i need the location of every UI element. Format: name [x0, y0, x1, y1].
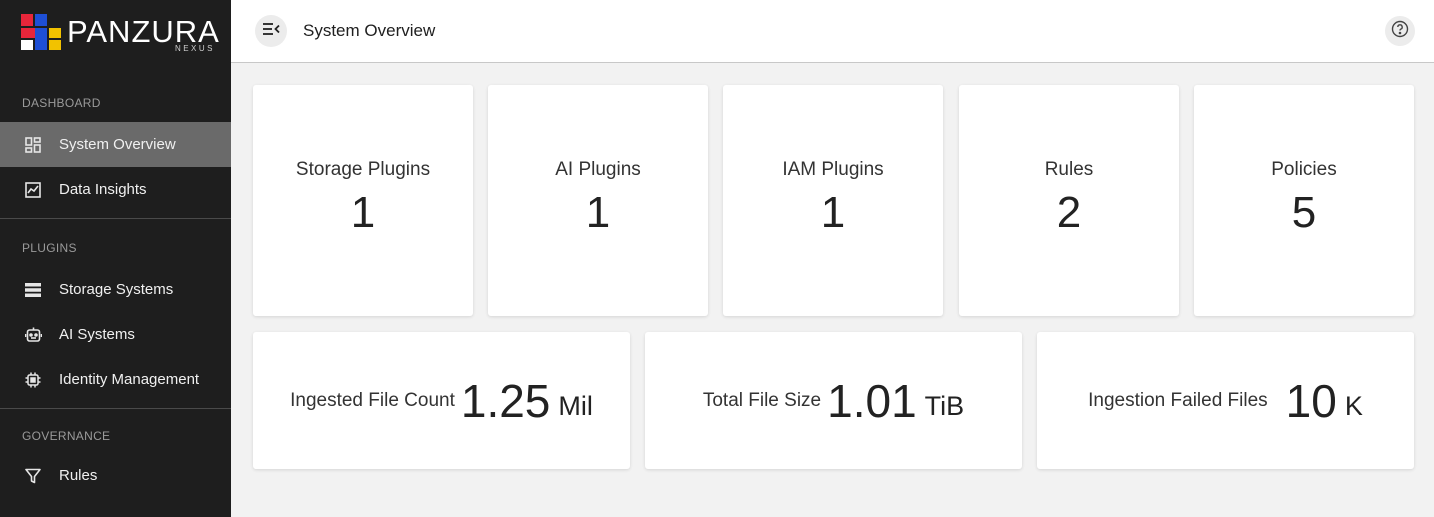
sidebar-item-rules[interactable]: Rules: [0, 453, 231, 498]
sidebar-item-label: Identity Management: [59, 371, 200, 388]
sidebar-item-identity-management[interactable]: Identity Management: [0, 357, 231, 402]
sidebar-item-ai-systems[interactable]: AI Systems: [0, 312, 231, 357]
stat-label: AI Plugins: [555, 159, 641, 180]
metric-value: 1.01: [827, 374, 917, 427]
storage-list-icon: [24, 281, 42, 299]
stat-card-rules[interactable]: Rules 2: [959, 85, 1179, 316]
stat-label: Policies: [1271, 159, 1337, 180]
filter-icon: [24, 467, 42, 485]
metric-value: 10: [1285, 374, 1337, 427]
stat-value: 1: [820, 188, 846, 237]
sidebar: PANZURA NEXUS DASHBOARD System Overview …: [0, 0, 231, 517]
brand-subtitle: NEXUS: [174, 44, 215, 53]
stat-value: 5: [1291, 188, 1317, 237]
metric-unit: Mil: [558, 391, 593, 421]
sidebar-item-label: Rules: [59, 467, 98, 484]
stat-label: Rules: [1044, 159, 1094, 180]
sidebar-item-data-insights[interactable]: Data Insights: [0, 167, 231, 212]
stat-value: 1: [585, 188, 611, 237]
help-icon: [1391, 20, 1409, 43]
page-title: System Overview: [303, 21, 436, 40]
metric-value: 1.25: [460, 374, 551, 427]
brand-logo[interactable]: PANZURA NEXUS: [0, 0, 231, 63]
sidebar-item-label: System Overview: [59, 136, 176, 153]
top-header: System Overview: [231, 0, 1434, 63]
help-button[interactable]: [1385, 16, 1415, 46]
stat-card-iam-plugins[interactable]: IAM Plugins 1: [723, 85, 943, 316]
stat-card-ai-plugins[interactable]: AI Plugins 1: [488, 85, 708, 316]
section-label-dashboard: DASHBOARD: [22, 96, 101, 110]
sidebar-item-system-overview[interactable]: System Overview: [0, 122, 231, 167]
metric-unit: TiB: [924, 391, 965, 421]
metric-card-total-file-size: Total File Size 1.01 TiB: [645, 332, 1022, 469]
stat-card-storage-plugins[interactable]: Storage Plugins 1: [253, 85, 473, 316]
sidebar-item-label: Data Insights: [59, 181, 147, 198]
sidebar-item-label: Storage Systems: [59, 281, 174, 298]
metric-card-ingestion-failed-files: Ingestion Failed Files 10 K: [1037, 332, 1414, 469]
metric-card-ingested-file-count: Ingested File Count 1.25 Mil: [253, 332, 630, 469]
menu-collapse-icon: [262, 22, 280, 41]
metric-label: Ingestion Failed Files: [1088, 389, 1268, 411]
section-label-plugins: PLUGINS: [22, 241, 77, 255]
chip-icon: [24, 371, 42, 389]
stat-value: 2: [1056, 188, 1082, 237]
metric-unit: K: [1344, 391, 1363, 421]
stat-label: Storage Plugins: [295, 159, 431, 180]
chart-icon: [24, 181, 42, 199]
sidebar-item-label: AI Systems: [59, 326, 135, 343]
metric-label: Ingested File Count: [290, 389, 455, 411]
section-label-governance: GOVERNANCE: [22, 429, 111, 443]
metric-label: Total File Size: [702, 389, 822, 411]
sidebar-item-storage-systems[interactable]: Storage Systems: [0, 267, 231, 312]
stat-label: IAM Plugins: [782, 159, 884, 180]
panzura-logo-icon: [21, 13, 61, 50]
stat-card-policies[interactable]: Policies 5: [1194, 85, 1414, 316]
stat-value: 1: [350, 188, 376, 237]
menu-collapse-button[interactable]: [255, 15, 287, 47]
robot-icon: [24, 326, 42, 344]
dashboard-grid-icon: [24, 136, 42, 154]
